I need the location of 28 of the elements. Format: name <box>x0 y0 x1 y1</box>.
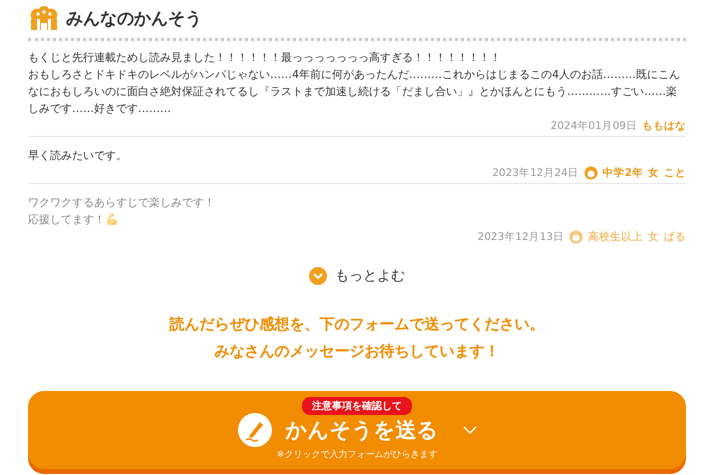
author-gender: 女 <box>648 230 659 244</box>
pen-icon <box>238 413 272 447</box>
section-title: みんなのかんそう <box>66 8 202 30</box>
author-name: ももはな <box>642 119 686 133</box>
notice-badge: 注意事項を確認して <box>302 397 412 415</box>
send-feedback-button[interactable]: 注意事項を確認して かんそうを送る ※クリックで入力フォームがひらきます <box>28 391 686 469</box>
invite-text: 読んだらぜひ感想を、下のフォームで送ってください。 <box>168 315 546 334</box>
comment-date: 2023年12月13日 <box>478 230 564 244</box>
chevron-down-icon <box>309 267 327 285</box>
author-name: ぱる <box>664 230 686 244</box>
avatar-icon <box>584 166 598 180</box>
avatar-icon <box>569 230 583 244</box>
comment-date: 2023年12月24日 <box>492 166 579 180</box>
chevron-down-icon <box>462 425 476 435</box>
send-note: ※クリックで入力フォームがひらきます <box>276 448 438 461</box>
author-gender: 女 <box>648 166 659 180</box>
read-more-button[interactable]: もっとよむ <box>309 267 405 285</box>
invite-text: みなさんのメッセージお待ちしています！ <box>214 342 500 361</box>
people-icon <box>28 5 60 31</box>
author-grade: 高校生以上 <box>588 230 643 244</box>
comment-text: もくじと先行連載ためし読み見ました！！！！！！最っっっっっっっ高すぎる！！！！！！！！ <box>28 50 502 66</box>
comment-text: 応援してます！💪 <box>28 212 120 228</box>
comment-text: ワクワクするあらすじで楽しみです！ <box>28 195 216 211</box>
author-grade: 中学2年 <box>602 166 643 180</box>
author-name: こと <box>664 166 686 180</box>
comment-text: 早く読みたいです。 <box>28 148 128 164</box>
comment-date: 2024年01月09日 <box>550 119 637 133</box>
comment-text: おもしろさとドキドキのレベルがハンパじゃない……4年前に何があったんだ………これからはじまるこの4人のお話………既にこんなにおもしろいのに面白さ絶対保証されてるし『ラストまで加速し続ける「だまし合い」』とかほんとにもう…………すごい……楽しみです……好きです……… <box>28 67 681 117</box>
